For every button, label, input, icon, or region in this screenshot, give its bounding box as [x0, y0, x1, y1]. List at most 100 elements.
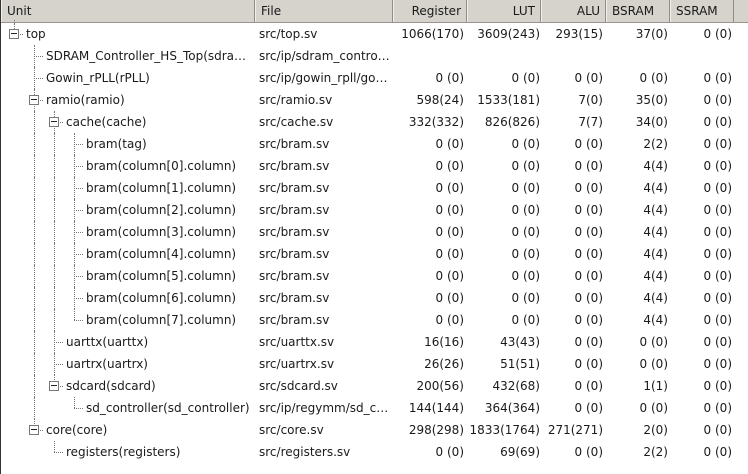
unit-name[interactable]: bram(column[0].column) — [86, 155, 253, 177]
unit-name[interactable]: bram(column[6].column) — [86, 287, 253, 309]
file-cell: src/ip/sdram_controller — [259, 49, 391, 63]
collapse-toggle-icon[interactable] — [9, 29, 19, 39]
tree-connector-line — [74, 408, 83, 409]
bsram-cell: 4(4) — [643, 159, 668, 173]
alu-cell: 7(0) — [578, 93, 603, 107]
lut-cell: 0 (0) — [511, 203, 540, 217]
column-header-lut[interactable]: LUT — [467, 0, 541, 22]
register-cell — [393, 45, 464, 67]
table-row[interactable]: core(core) src/core.sv 298(298) 1833(1764) 2… — [1, 419, 748, 441]
collapse-toggle-icon[interactable] — [29, 95, 39, 105]
tree-guide-line — [34, 397, 35, 419]
tree-guide-line — [54, 133, 55, 155]
table-row[interactable]: sdcard(sdcard) src/sdcard.sv 200(56) 432(68… — [1, 375, 748, 397]
column-header-alu[interactable]: ALU — [541, 0, 606, 22]
unit-name[interactable]: bram(column[4].column) — [86, 243, 253, 265]
tree-connector-line — [74, 276, 83, 277]
register-cell: 598(24) — [416, 93, 464, 107]
tree-guide-line — [54, 221, 55, 243]
unit-name[interactable]: SDRAM_Controller_HS_Top(sdram_controller… — [46, 45, 253, 67]
tree-guide-line — [54, 441, 55, 452]
unit-name[interactable]: uartrx(uartrx) — [66, 353, 253, 375]
bsram-cell: 0 (0) — [639, 357, 668, 371]
resource-utilization-tree-table: Unit File Register LUT ALU BSRAM SSRAM t… — [0, 0, 748, 474]
unit-name[interactable]: bram(tag) — [86, 133, 253, 155]
file-cell: src/bram.sv — [259, 291, 330, 305]
unit-name[interactable]: uarttx(uarttx) — [66, 331, 253, 353]
alu-cell: 293(15) — [555, 27, 603, 41]
unit-name[interactable]: cache(cache) — [66, 111, 253, 133]
tree-guide-line — [34, 177, 35, 199]
file-cell: src/bram.sv — [259, 203, 330, 217]
unit-name[interactable]: ramio(ramio) — [46, 89, 253, 111]
column-header-register[interactable]: Register — [393, 0, 467, 22]
table-row[interactable]: registers(registers) src/registers.sv 0 (0… — [1, 441, 748, 463]
tree-guide-line — [54, 265, 55, 287]
table-row[interactable]: top src/top.sv 1066(170) 3609(243) 293(15) 37… — [1, 23, 748, 45]
unit-name[interactable]: bram(column[7].column) — [86, 309, 253, 331]
table-row[interactable]: bram(column[0].column) src/bram.sv 0 (0) 0 … — [1, 155, 748, 177]
alu-cell: 0 (0) — [574, 159, 603, 173]
unit-name[interactable]: sdcard(sdcard) — [66, 375, 253, 397]
file-cell: src/bram.sv — [259, 313, 330, 327]
collapse-toggle-icon[interactable] — [49, 117, 59, 127]
table-row[interactable]: cache(cache) src/cache.sv 332(332) 826(826)… — [1, 111, 748, 133]
alu-cell: 0 (0) — [574, 137, 603, 151]
column-header-unit[interactable]: Unit — [1, 0, 255, 22]
table-row[interactable]: bram(tag) src/bram.sv 0 (0) 0 (0) 0 (0) 2(2) 0… — [1, 133, 748, 155]
table-row[interactable]: bram(column[4].column) src/bram.sv 0 (0) 0 … — [1, 243, 748, 265]
table-row[interactable]: bram(column[1].column) src/bram.sv 0 (0) 0 … — [1, 177, 748, 199]
bsram-cell: 0 (0) — [639, 71, 668, 85]
unit-name[interactable]: sd_controller(sd_controller) — [86, 397, 253, 419]
register-cell: 0 (0) — [435, 247, 464, 261]
table-row[interactable]: bram(column[2].column) src/bram.sv 0 (0) 0 … — [1, 199, 748, 221]
unit-name[interactable]: core(core) — [46, 419, 253, 441]
table-row[interactable]: uartrx(uartrx) src/uartrx.sv 26(26) 51(51) 0… — [1, 353, 748, 375]
bsram-cell: 0 (0) — [639, 401, 668, 415]
lut-cell: 0 (0) — [511, 247, 540, 261]
tree-guide-line — [54, 287, 55, 309]
column-header-bsram[interactable]: BSRAM — [606, 0, 670, 22]
table-row[interactable]: sd_controller(sd_controller) src/ip/regym… — [1, 397, 748, 419]
lut-cell: 0 (0) — [511, 269, 540, 283]
table-row[interactable]: ramio(ramio) src/ramio.sv 598(24) 1533(181)… — [1, 89, 748, 111]
tree-connector-line — [74, 298, 83, 299]
register-cell: 1066(170) — [401, 27, 464, 41]
file-cell: src/ip/gowin_rpll/gowin_rpll.v — [259, 71, 391, 85]
column-header-ssram[interactable]: SSRAM — [670, 0, 734, 22]
table-row[interactable]: bram(column[3].column) src/bram.sv 0 (0) 0 … — [1, 221, 748, 243]
ssram-cell: 0 (0) — [703, 291, 732, 305]
column-header-file[interactable]: File — [255, 0, 393, 22]
lut-cell: 3609(243) — [477, 27, 540, 41]
tree-connector-line — [54, 364, 63, 365]
unit-name[interactable]: bram(column[5].column) — [86, 265, 253, 287]
register-cell: 0 (0) — [435, 137, 464, 151]
table-row[interactable]: bram(column[7].column) src/bram.sv 0 (0) 0 … — [1, 309, 748, 331]
table-row[interactable]: bram(column[6].column) src/bram.sv 0 (0) 0 … — [1, 287, 748, 309]
alu-cell: 0 (0) — [574, 71, 603, 85]
unit-name[interactable]: registers(registers) — [66, 441, 253, 463]
unit-name[interactable]: top — [26, 23, 253, 45]
lut-cell: 43(43) — [500, 335, 540, 349]
unit-name[interactable]: bram(column[3].column) — [86, 221, 253, 243]
table-row[interactable]: bram(column[5].column) src/bram.sv 0 (0) 0 … — [1, 265, 748, 287]
ssram-cell: 0 (0) — [703, 181, 732, 195]
tree-connector-line — [34, 78, 43, 79]
unit-name[interactable]: Gowin_rPLL(rPLL) — [46, 67, 253, 89]
tree-connector-line — [74, 144, 83, 145]
collapse-toggle-icon[interactable] — [49, 381, 59, 391]
tree-guide-line — [34, 375, 35, 397]
table-row[interactable]: Gowin_rPLL(rPLL) src/ip/gowin_rpll/gowin_… — [1, 67, 748, 89]
unit-name[interactable]: bram(column[1].column) — [86, 177, 253, 199]
register-cell: 0 (0) — [435, 71, 464, 85]
table-row[interactable]: SDRAM_Controller_HS_Top(sdram_controller… — [1, 45, 748, 67]
tree-guide-line — [54, 199, 55, 221]
alu-cell: 0 (0) — [574, 313, 603, 327]
collapse-toggle-icon[interactable] — [29, 425, 39, 435]
table-row[interactable]: uarttx(uarttx) src/uarttx.sv 16(16) 43(43) 0… — [1, 331, 748, 353]
ssram-cell: 0 (0) — [703, 313, 732, 327]
tree-connector-line — [34, 56, 43, 57]
ssram-cell: 0 (0) — [703, 357, 732, 371]
lut-cell: 0 (0) — [511, 71, 540, 85]
unit-name[interactable]: bram(column[2].column) — [86, 199, 253, 221]
